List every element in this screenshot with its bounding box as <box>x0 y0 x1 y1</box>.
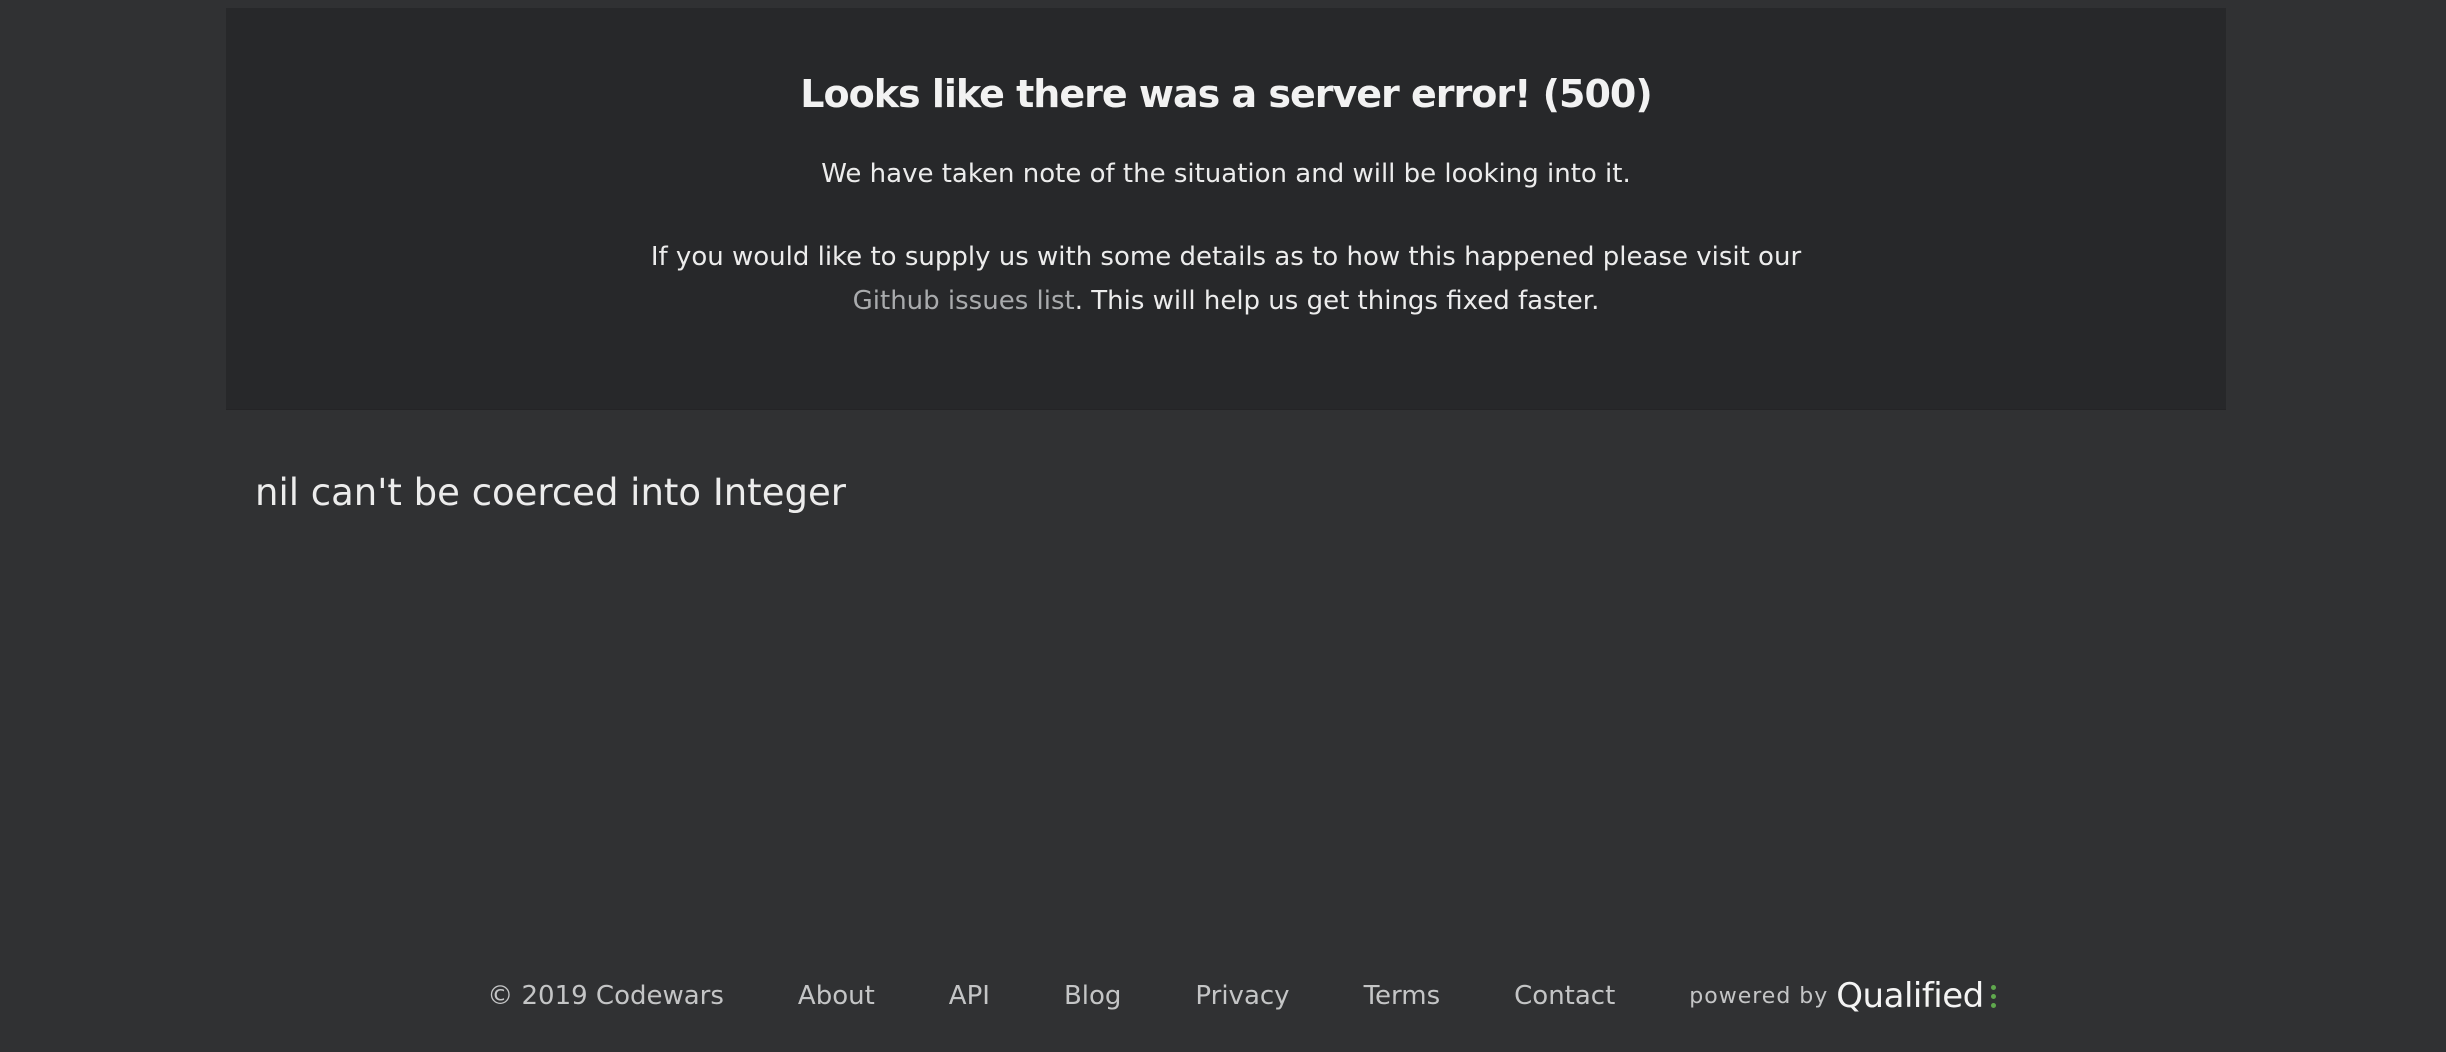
footer-link-terms[interactable]: Terms <box>1364 981 1441 1011</box>
error-details-text: If you would like to supply us with some… <box>650 242 1802 272</box>
powered-by-qualified-link[interactable]: powered by Qualified <box>1689 976 1996 1016</box>
copyright: © 2019 Codewars <box>487 981 724 1011</box>
error-details-suffix: . This will help us get things fixed fas… <box>1074 286 1600 316</box>
footer: © 2019 Codewars About API Blog Privacy T… <box>0 975 2446 1017</box>
error-note: We have taken note of the situation and … <box>821 159 1631 189</box>
error-details: If you would like to supply us with some… <box>626 235 1826 323</box>
qualified-dot-icon <box>1990 993 1996 999</box>
qualified-dots-icon <box>1990 984 1996 1008</box>
footer-link-privacy[interactable]: Privacy <box>1195 981 1289 1011</box>
error-panel: Looks like there was a server error! (50… <box>226 8 2226 409</box>
github-issues-link[interactable]: Github issues list <box>853 286 1075 316</box>
error-message: nil can't be coerced into Integer <box>255 471 846 514</box>
footer-link-contact[interactable]: Contact <box>1514 981 1615 1011</box>
footer-link-about[interactable]: About <box>798 981 875 1011</box>
qualified-dot-icon <box>1990 984 1996 990</box>
footer-link-blog[interactable]: Blog <box>1064 981 1121 1011</box>
powered-by-label: powered by <box>1689 983 1829 1009</box>
page: Looks like there was a server error! (50… <box>0 0 2446 1052</box>
qualified-dot-icon <box>1990 1002 1996 1008</box>
error-title: Looks like there was a server error! (50… <box>800 72 1652 116</box>
qualified-logo-text: Qualified <box>1836 976 1984 1016</box>
footer-link-api[interactable]: API <box>949 981 990 1011</box>
